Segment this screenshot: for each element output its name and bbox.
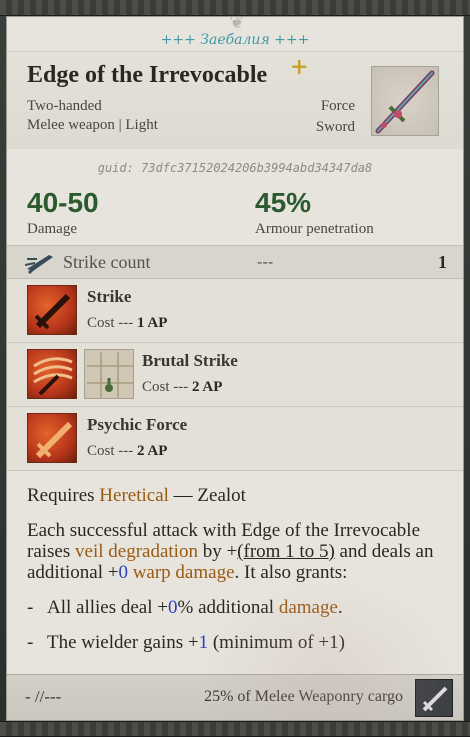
- veil-degradation-link[interactable]: veil degradation: [75, 541, 198, 562]
- item-tooltip-card: ❦ +++ Заебалия +++ Edge of the Irrevocab…: [6, 16, 464, 721]
- range-tooltip[interactable]: (from 1 to 5): [237, 541, 335, 562]
- ability-brutal-strike[interactable]: Brutal Strike Cost --- 2 AP: [7, 343, 463, 407]
- strike-count-value: 1: [438, 252, 447, 272]
- ability-name: Strike: [87, 287, 132, 306]
- psychic-force-ability-icon: [27, 413, 77, 463]
- grid-talent-icon: [84, 349, 134, 399]
- armour-penetration-value: 45%: [255, 187, 312, 218]
- warp-damage-link[interactable]: warp damage: [133, 562, 235, 583]
- banner-text: +++ Заебалия +++: [160, 32, 310, 48]
- damage-value: 40-50: [27, 187, 99, 218]
- item-subtitle-handedness: Two-handed: [27, 98, 102, 114]
- strike-count-row: Strike count --- 1: [7, 245, 463, 279]
- strike-ability-icon: [27, 285, 77, 335]
- list-item: - The wielder gains +1 (minimum of +1): [27, 632, 345, 653]
- ability-cost: Cost --- 2 AP: [142, 379, 223, 395]
- requirement-line: Requires Heretical — Zealot: [27, 485, 246, 506]
- item-title: Edge of the Irrevocable: [27, 62, 268, 88]
- ability-psychic-force[interactable]: Psychic Force Cost --- 2 AP: [7, 407, 463, 471]
- melee-cargo-icon[interactable]: [415, 679, 453, 717]
- cargo-footer: - //--- 25% of Melee Weaponry cargo: [7, 674, 463, 720]
- item-category-2: Sword: [315, 119, 355, 135]
- top-rail: [0, 0, 470, 16]
- list-item: - All allies deal +0% additional damage.: [27, 597, 343, 618]
- ability-cost: Cost --- 1 AP: [87, 315, 168, 331]
- bottom-rail: [0, 721, 470, 737]
- damage-link[interactable]: damage: [279, 597, 338, 618]
- title-plus-mark: +: [290, 54, 309, 80]
- item-header: Edge of the Irrevocable + Two-handed Mel…: [7, 51, 463, 149]
- requirement-faction-link[interactable]: Heretical: [99, 485, 169, 506]
- strike-count-label: Strike count: [63, 252, 151, 272]
- ability-name: Brutal Strike: [142, 351, 238, 370]
- strike-count-icon: [25, 255, 53, 275]
- item-guid: guid: 73dfc37152024206b3994abd34347da8: [97, 161, 373, 175]
- cargo-share-text: 25% of Melee Weaponry cargo: [204, 688, 403, 705]
- ability-name: Psychic Force: [87, 415, 188, 434]
- strike-count-dash: ---: [257, 252, 274, 271]
- item-description: Requires Heretical — Zealot Each success…: [7, 471, 463, 653]
- description-paragraph: Each successful attack with Edge of the …: [27, 520, 434, 583]
- ability-strike[interactable]: Strike Cost --- 1 AP: [7, 279, 463, 343]
- banner: ❦ +++ Заебалия +++: [7, 17, 463, 51]
- armour-penetration-label: Armour penetration: [255, 221, 374, 237]
- item-subtitle-type: Melee weapon | Light: [27, 117, 158, 133]
- item-category-1: Force: [320, 98, 355, 114]
- ability-cost: Cost --- 2 AP: [87, 443, 168, 459]
- stats-row: 40-50 Damage 45% Armour penetration: [7, 187, 463, 241]
- footer-left-text: - //---: [25, 687, 62, 706]
- tooltip-frame: ❦ +++ Заебалия +++ Edge of the Irrevocab…: [0, 0, 470, 737]
- damage-label: Damage: [27, 221, 77, 237]
- sword-icon: [371, 66, 439, 136]
- brutal-strike-ability-icon: [27, 349, 77, 399]
- aquila-emblem-icon: ❦: [229, 16, 245, 33]
